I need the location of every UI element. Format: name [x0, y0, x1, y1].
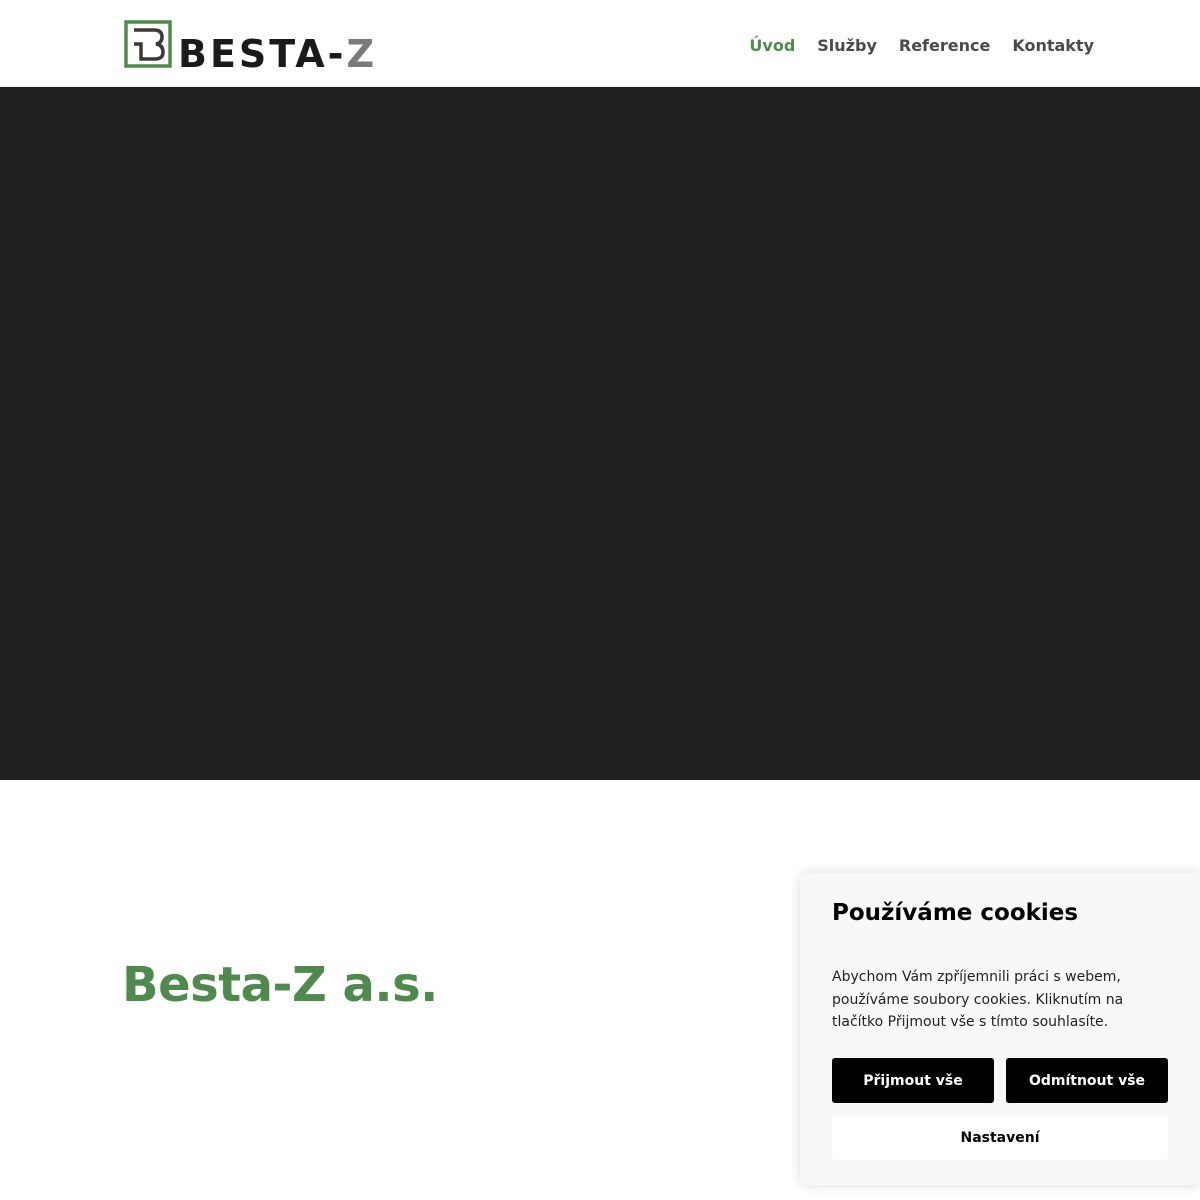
- logo-wordmark: BESTA-Z: [178, 34, 377, 74]
- logo-mark-icon: [124, 20, 172, 68]
- nav-item-kontakty[interactable]: Kontakty: [1012, 36, 1094, 56]
- nav-item-reference[interactable]: Reference: [899, 36, 990, 56]
- logo-text-accent: Z: [346, 32, 378, 76]
- site-logo[interactable]: BESTA-Z: [124, 20, 376, 74]
- company-title: Besta-Z a.s.: [122, 957, 438, 1013]
- main-nav: Úvod Služby Reference Kontakty: [749, 36, 1094, 56]
- cookie-description: Abychom Vám zpříjemnili práci s webem, p…: [832, 969, 1124, 1030]
- accept-all-button[interactable]: Přijmout vše: [832, 1058, 994, 1103]
- site-header: BESTA-Z Úvod Služby Reference Kontakty: [0, 0, 1200, 87]
- reject-all-button[interactable]: Odmítnout vše: [1006, 1058, 1168, 1103]
- nav-item-sluzby[interactable]: Služby: [817, 36, 877, 56]
- nav-item-uvod[interactable]: Úvod: [749, 36, 795, 56]
- logo-text-main: BESTA-: [178, 32, 347, 76]
- cookie-title: Používáme cookies: [832, 900, 1079, 926]
- cookie-settings-button[interactable]: Nastavení: [832, 1115, 1168, 1160]
- cookie-consent-panel: Používáme cookies Abychom Vám zpříjemnil…: [800, 873, 1200, 1185]
- hero-banner: [0, 87, 1200, 780]
